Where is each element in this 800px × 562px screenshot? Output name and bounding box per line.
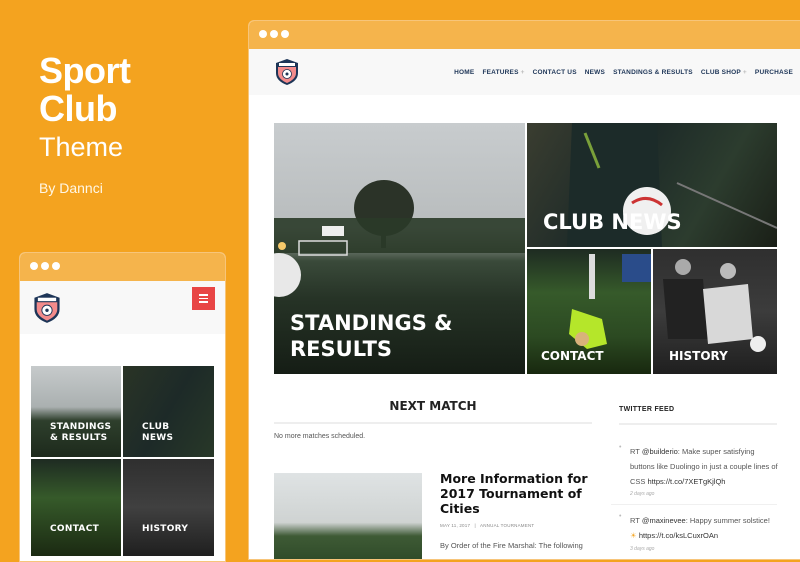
menu-line-icon (199, 294, 208, 296)
menu-line-icon (199, 301, 208, 303)
menu-item-standings-results[interactable]: STANDINGS & RESULTS (613, 69, 693, 76)
menu-item-club-shop[interactable]: CLUB SHOP + (701, 69, 747, 76)
tweet-text: RT @maxinevee: Happy summer solstice! ☀ … (630, 513, 780, 543)
tile-label-line2: RESULTS (290, 337, 393, 361)
tile-label: CLUB NEWS (142, 422, 173, 444)
tile-label-line1: STANDINGS (50, 422, 112, 432)
promo-subtitle: Theme (39, 132, 124, 162)
menu-item-home[interactable]: HOME (454, 69, 474, 76)
tile-label: CLUB NEWS (543, 210, 682, 234)
promo-author: By Dannci (39, 180, 103, 196)
window-title-bar (249, 21, 800, 49)
tile-label: STANDINGS & RESULTS (290, 310, 452, 362)
tweet-link[interactable]: https://t.co/ksLCuxrOAn (639, 531, 718, 540)
tile-standings-results[interactable]: STANDINGS & RESULTS (274, 123, 525, 374)
bullet-icon: • (619, 444, 622, 451)
mobile-feature-tiles: STANDINGS & RESULTS CLUB NEWS CONTACT HI… (31, 366, 214, 556)
tweet-time: 3 days ago (630, 546, 655, 552)
menu-item-label: CLUB SHOP (700, 69, 741, 76)
divider (274, 422, 592, 424)
post-excerpt: By Order of the Fire Marshal: The follow… (440, 541, 583, 550)
post-category[interactable]: ANNUAL TOURNAMENT (480, 523, 534, 528)
window-dot-icon (52, 262, 60, 270)
post-title[interactable]: More Information for 2017 Tournament of … (440, 471, 600, 516)
window-dot-icon (281, 30, 289, 38)
next-match-title: NEXT MATCH (389, 399, 477, 413)
tile-label: HISTORY (142, 524, 189, 534)
menu-item-purchase[interactable]: PURCHASE (755, 69, 793, 76)
window-dot-icon (259, 30, 267, 38)
hamburger-menu-button[interactable] (192, 287, 215, 310)
tweet-time: 2 days ago (630, 491, 655, 497)
mobile-tile-standings-results[interactable]: STANDINGS & RESULTS (31, 366, 121, 457)
club-crest-icon[interactable] (274, 58, 300, 86)
window-dot-icon (30, 262, 38, 270)
sun-emoji-icon: ☀ (630, 531, 637, 540)
promo-title-line2: Club (39, 88, 117, 129)
mobile-tile-contact[interactable]: CONTACT (31, 459, 121, 556)
desktop-preview-window: HOME FEATURES + CONTACT US NEWS STANDINGS… (248, 20, 800, 560)
menu-item-news[interactable]: NEWS (585, 69, 605, 76)
tile-label: CONTACT (541, 349, 604, 363)
mobile-tile-history[interactable]: HISTORY (123, 459, 214, 556)
feature-tiles: STANDINGS & RESULTS CLUB NEWS CONTACT HI… (274, 123, 777, 374)
tile-label: STANDINGS & RESULTS (50, 422, 111, 444)
tile-label-line2: & RESULTS (50, 433, 108, 443)
mobile-header (20, 281, 225, 334)
divider (619, 423, 777, 425)
main-menu: HOME FEATURES + CONTACT US NEWS STANDINGS… (454, 69, 793, 76)
meta-separator: | (474, 523, 476, 528)
tweet-link[interactable]: https://t.co/7XETgKjlQh (648, 477, 726, 486)
site-header: HOME FEATURES + CONTACT US NEWS STANDINGS… (249, 49, 800, 95)
submenu-plus-icon: + (742, 69, 747, 76)
post-thumbnail[interactable] (274, 473, 422, 559)
tweet-handle[interactable]: @builderio (642, 447, 678, 456)
menu-item-features[interactable]: FEATURES + (482, 69, 524, 76)
menu-line-icon (199, 297, 208, 300)
tile-contact[interactable]: CONTACT (527, 249, 651, 374)
tile-history[interactable]: HISTORY (653, 249, 777, 374)
tile-club-news[interactable]: CLUB NEWS (527, 123, 777, 247)
menu-item-label: FEATURES (482, 69, 519, 76)
window-dot-icon (41, 262, 49, 270)
tweet-handle[interactable]: @maxinevee (642, 516, 686, 525)
tweet-prefix: RT (630, 516, 640, 525)
tweet-body: : Happy summer solstice! (685, 516, 770, 525)
post-meta: MAY 11, 2017 | ANNUAL TOURNAMENT (440, 523, 534, 528)
club-crest-icon[interactable] (32, 292, 62, 324)
mobile-preview-window: STANDINGS & RESULTS CLUB NEWS CONTACT HI… (19, 252, 226, 562)
next-match-text: No more matches scheduled. (274, 433, 366, 440)
promo-block: Sport Club Theme By Dannci (39, 50, 131, 197)
window-dots (30, 262, 60, 270)
divider (611, 504, 777, 505)
promo-title-line1: Sport (39, 50, 131, 91)
post-date: MAY 11, 2017 (440, 523, 471, 528)
window-dot-icon (270, 30, 278, 38)
tweet-prefix: RT (630, 447, 640, 456)
window-dots (259, 30, 289, 38)
tile-label-line1: CLUB (142, 422, 170, 432)
mobile-tile-club-news[interactable]: CLUB NEWS (123, 366, 214, 457)
window-title-bar (20, 253, 225, 281)
tile-label: HISTORY (669, 349, 728, 363)
tile-label-line2: NEWS (142, 433, 174, 443)
tweet-text: RT @builderio: Make super satisfying but… (630, 444, 780, 489)
bullet-icon: • (619, 513, 622, 520)
twitter-feed-title: TWITTER FEED (619, 406, 675, 413)
tile-label: CONTACT (50, 524, 100, 534)
submenu-plus-icon: + (520, 69, 525, 76)
menu-item-contact-us[interactable]: CONTACT US (533, 69, 577, 76)
tile-label-line1: STANDINGS & (290, 311, 453, 335)
